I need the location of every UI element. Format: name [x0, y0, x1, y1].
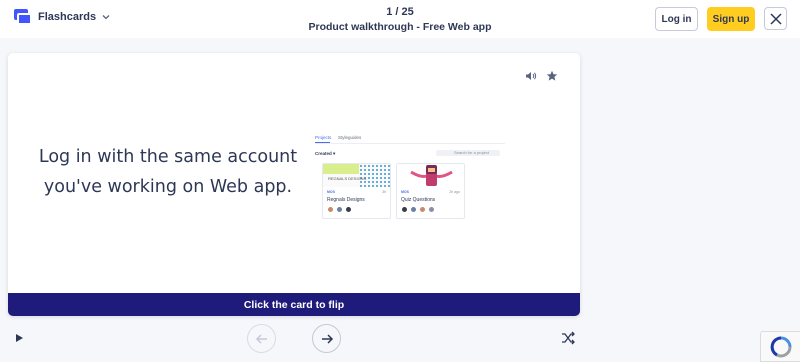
arrow-left-icon	[255, 333, 267, 344]
previous-card-button[interactable]	[247, 324, 276, 353]
audio-icon[interactable]	[525, 70, 537, 82]
top-bar: Flashcards 1 / 25 Product walkthrough - …	[0, 0, 800, 38]
card-image: Projects Styleguides Created ▾ Search fo…	[312, 133, 508, 226]
avatar-group	[401, 206, 437, 213]
close-icon	[769, 12, 782, 25]
login-button[interactable]: Log in	[655, 7, 698, 31]
shuffle-icon[interactable]	[561, 331, 575, 345]
avatar-group	[327, 206, 354, 213]
preview-project-name: Regnals Designs	[327, 197, 365, 203]
preview-project-card: REGNALS DESIGNS MOS 3h Regnals Designs	[322, 163, 391, 219]
recaptcha-badge[interactable]	[760, 331, 800, 362]
next-card-button[interactable]	[312, 324, 341, 353]
preview-project-name: Quiz Questions	[401, 197, 436, 203]
play-icon[interactable]	[13, 332, 25, 344]
preview-tab-styleguides: Styleguides	[338, 135, 362, 140]
close-button[interactable]	[764, 7, 787, 30]
preview-tab-projects: Projects	[315, 135, 332, 140]
star-icon[interactable]	[546, 70, 558, 82]
card-front-text: Log in with the same account you've work…	[38, 147, 298, 197]
preview-filter: Created ▾	[315, 151, 336, 156]
flashcard[interactable]: Log in with the same account you've work…	[8, 53, 580, 316]
preview-project-card: MOS 2h ago Quiz Questions	[396, 163, 465, 219]
arrow-right-icon	[321, 333, 333, 344]
recaptcha-icon	[770, 336, 791, 357]
signup-button[interactable]: Sign up	[707, 7, 755, 31]
preview-search: Search for a project	[436, 150, 500, 156]
flip-hint-bar[interactable]: Click the card to flip	[8, 293, 580, 316]
